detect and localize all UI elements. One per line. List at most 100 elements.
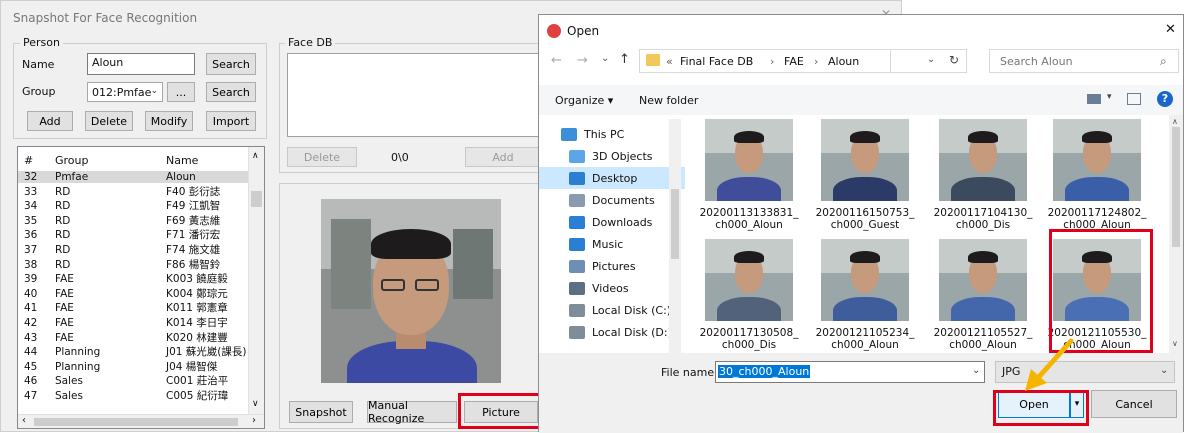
file-thumbnail[interactable]	[705, 119, 793, 201]
delete-person-button[interactable]: Delete	[85, 111, 133, 131]
name-input[interactable]: Aloun	[87, 53, 195, 75]
cancel-button[interactable]: Cancel	[1091, 390, 1177, 418]
nav-item-videos[interactable]: Videos	[539, 277, 685, 299]
help-icon[interactable]: ?	[1157, 91, 1173, 107]
file-name-line1[interactable]: 20200117124802_	[1042, 207, 1152, 219]
up-arrow-icon[interactable]: ↑	[619, 52, 630, 67]
col-name-header[interactable]: Name	[166, 154, 198, 167]
file-thumbnail[interactable]	[705, 239, 793, 321]
address-bar[interactable]: « Final Face DB › FAE › Aloun	[639, 49, 891, 73]
files-scroll-thumb[interactable]	[1172, 127, 1180, 247]
breadcrumb-item-aloun[interactable]: Aloun	[828, 55, 859, 68]
group-browse-button[interactable]: ...	[167, 82, 195, 102]
view-options-icon[interactable]	[1087, 94, 1101, 104]
nav-item-local-disk-d[interactable]: Local Disk (D:)	[539, 321, 685, 343]
file-name-line1[interactable]: 20200117130508_	[694, 327, 804, 339]
nav-item-pictures[interactable]: Pictures	[539, 255, 685, 277]
facedb-image-list[interactable]	[287, 53, 541, 137]
nav-item-documents[interactable]: Documents	[539, 189, 685, 211]
nav-item-local-disk-c[interactable]: Local Disk (C:)	[539, 299, 685, 321]
back-arrow-icon[interactable]: ←	[551, 53, 562, 68]
scroll-right-icon[interactable]: ›	[252, 415, 256, 426]
file-thumbnail[interactable]	[939, 239, 1027, 321]
recent-dropdown-icon[interactable]: ⌄	[601, 53, 609, 64]
address-bar-tail[interactable]: ⌄ ↻	[891, 49, 967, 73]
file-thumbnail[interactable]	[821, 119, 909, 201]
person-search-button[interactable]: Search	[206, 53, 256, 75]
file-name-line2[interactable]: ch000_Dis	[928, 219, 1038, 231]
file-name-line2[interactable]: ch000_Aloun	[1042, 219, 1152, 231]
picture-button[interactable]: Picture	[464, 401, 538, 423]
forward-arrow-icon[interactable]: →	[577, 53, 588, 68]
table-row[interactable]: 38 RD F86 楊智鈴	[18, 259, 250, 271]
list-vertical-scrollbar[interactable]: ∧ ∨	[248, 147, 264, 415]
table-row[interactable]: 46 Sales C001 莊治平	[18, 375, 250, 387]
add-person-button[interactable]: Add	[27, 111, 73, 131]
table-row[interactable]: 36 RD F71 潘衍宏	[18, 229, 250, 241]
breadcrumb-item-fae[interactable]: FAE	[784, 55, 804, 68]
table-row[interactable]: 35 RD F69 黃志維	[18, 215, 250, 227]
file-thumbnail[interactable]	[821, 239, 909, 321]
table-row[interactable]: 45 Planning J04 楊智傑	[18, 361, 250, 373]
organize-menu[interactable]: Organize ▾	[555, 94, 613, 107]
nav-item-desktop[interactable]: Desktop	[539, 167, 685, 189]
col-num-header[interactable]: #	[24, 154, 33, 167]
filename-input[interactable]: 30_ch000_Aloun ⌄	[715, 361, 985, 383]
col-group-header[interactable]: Group	[55, 154, 89, 167]
table-row[interactable]: 43 FAE K020 林建豐	[18, 332, 250, 344]
scroll-left-icon[interactable]: ‹	[22, 415, 26, 426]
nav-item-3d-objects[interactable]: 3D Objects	[539, 145, 685, 167]
file-name-line1[interactable]: 20200117104130_	[928, 207, 1038, 219]
nav-item-this-pc[interactable]: This PC	[539, 123, 685, 145]
file-name-line2[interactable]: ch000_Guest	[810, 219, 920, 231]
nav-scrollbar[interactable]	[669, 119, 681, 355]
modify-person-button[interactable]: Modify	[145, 111, 193, 131]
manual-recognize-button[interactable]: Manual Recognize	[367, 399, 457, 425]
filename-dropdown-icon[interactable]: ⌄	[972, 365, 980, 376]
files-scrollbar[interactable]: ∧ ∨	[1169, 115, 1183, 353]
list-horizontal-scrollbar[interactable]: ‹ ›	[18, 414, 264, 428]
file-name-line1[interactable]: 20200121105234_	[810, 327, 920, 339]
files-scroll-down-icon[interactable]: ∨	[1172, 339, 1178, 348]
files-scroll-up-icon[interactable]: ∧	[1172, 117, 1178, 126]
preview-pane-icon[interactable]	[1127, 93, 1141, 105]
scroll-down-icon[interactable]: ∨	[252, 399, 259, 409]
view-dropdown-icon[interactable]: ▾	[1107, 92, 1112, 102]
refresh-icon[interactable]: ↻	[949, 53, 959, 67]
table-row[interactable]: 40 FAE K004 鄭琮元	[18, 288, 250, 300]
group-search-button[interactable]: Search	[206, 82, 256, 102]
snapshot-button[interactable]: Snapshot	[289, 401, 353, 423]
search-input[interactable]: Search Aloun ⌕	[989, 49, 1179, 73]
file-name-line1[interactable]: 20200113133831_	[694, 207, 804, 219]
table-row[interactable]: 37 RD F74 施文雄	[18, 244, 250, 256]
nav-item-music[interactable]: Music	[539, 233, 685, 255]
hscroll-thumb[interactable]	[34, 418, 238, 426]
group-select[interactable]: 012:Pmfae ⌄	[87, 82, 163, 102]
file-thumbnail[interactable]	[1053, 239, 1141, 321]
table-row[interactable]: 33 RD F40 彭衍誌	[18, 186, 250, 198]
table-row[interactable]: 34 RD F49 江凱智	[18, 200, 250, 212]
file-thumbnail[interactable]	[939, 119, 1027, 201]
dialog-close-icon[interactable]: ✕	[1165, 22, 1176, 37]
file-name-line2[interactable]: ch000_Aloun	[694, 219, 804, 231]
address-dropdown-icon[interactable]: ⌄	[927, 54, 935, 65]
table-row[interactable]: 47 Sales C005 紀衍瑋	[18, 390, 250, 402]
table-row[interactable]: 39 FAE K003 饒庭毅	[18, 273, 250, 285]
facedb-add-button[interactable]: Add	[465, 147, 541, 167]
new-folder-button[interactable]: New folder	[639, 94, 698, 107]
file-thumbnail[interactable]	[1053, 119, 1141, 201]
table-row[interactable]: 42 FAE K014 李日宇	[18, 317, 250, 329]
import-button[interactable]: Import	[206, 111, 256, 131]
nav-scroll-thumb[interactable]	[671, 189, 679, 259]
filetype-dropdown-icon[interactable]: ⌄	[1160, 365, 1168, 376]
scroll-up-icon[interactable]: ∧	[252, 151, 259, 161]
table-row[interactable]: 32 Pmfae Aloun	[18, 171, 250, 183]
breadcrumb-item-final-face-db[interactable]: Final Face DB	[680, 55, 753, 68]
table-row[interactable]: 44 Planning J01 蘇光崴(課長)	[18, 346, 250, 358]
person-list[interactable]: # Group Name 32 Pmfae Aloun 33 RD F40 彭衍誌 34 RD…	[17, 146, 265, 429]
nav-item-downloads[interactable]: Downloads	[539, 211, 685, 233]
facedb-delete-button[interactable]: Delete	[287, 147, 357, 167]
file-name-line2[interactable]: ch000_Aloun	[810, 339, 920, 351]
file-name-line2[interactable]: ch000_Dis	[694, 339, 804, 351]
scroll-thumb[interactable]	[251, 191, 262, 207]
